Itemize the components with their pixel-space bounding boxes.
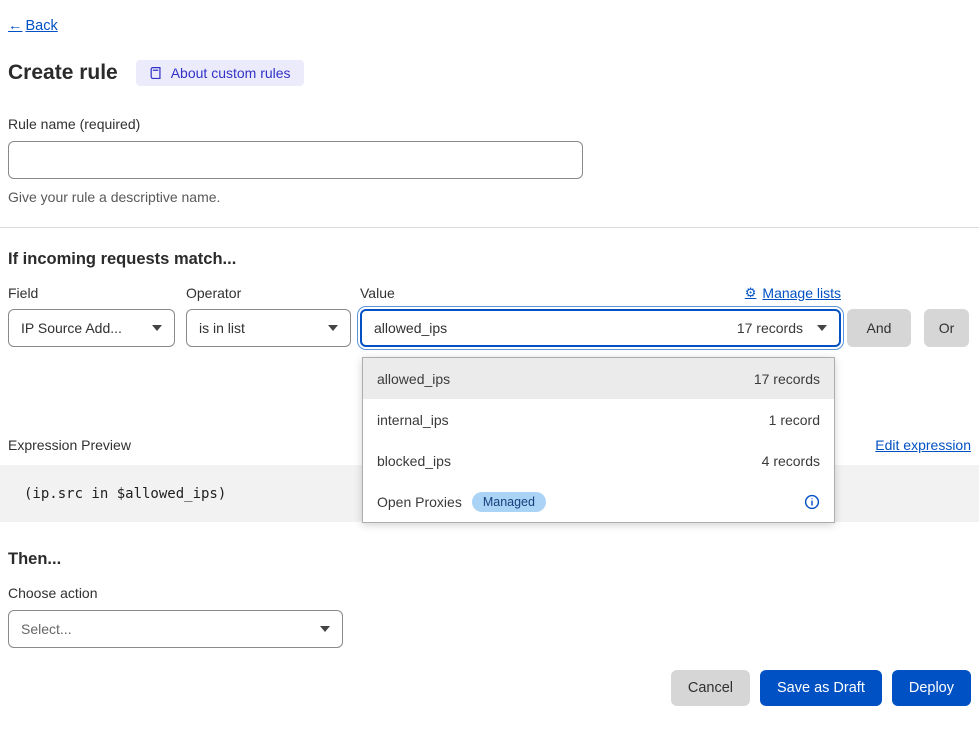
back-link[interactable]: ←Back [8,18,58,34]
cancel-button[interactable]: Cancel [671,670,750,706]
rule-name-label: Rule name (required) [8,116,979,132]
action-select[interactable]: Select... [8,610,343,648]
value-select-value: allowed_ips [374,320,737,336]
rule-name-input[interactable] [8,141,583,179]
expression-code: (ip.src in $allowed_ips) [24,486,226,502]
create-rule-page: ←Back Create rule About custom rules Rul… [0,0,979,739]
operator-column-label: Operator [186,285,360,301]
field-select-value: IP Source Add... [21,320,152,336]
or-button[interactable]: Or [924,309,969,347]
value-column-header: Value ⚙ Manage lists [360,285,841,301]
value-select[interactable]: allowed_ips 17 records [360,309,841,347]
back-arrow-icon: ← [8,18,23,34]
field-column-label: Field [8,285,186,301]
chevron-down-icon [817,325,827,331]
list-option-allowed-ips[interactable]: allowed_ips 17 records [363,358,834,399]
manage-lists-label: Manage lists [762,285,841,301]
edit-expression-link[interactable]: Edit expression [875,437,971,453]
action-select-placeholder: Select... [21,621,320,637]
info-icon[interactable] [804,494,820,510]
title-row: Create rule About custom rules [8,60,979,86]
list-option-left: Open Proxies Managed [377,492,546,512]
chevron-down-icon [328,325,338,331]
match-controls-row: IP Source Add... is in list allowed_ips … [8,309,979,347]
operator-select-value: is in list [199,320,328,336]
rule-name-help: Give your rule a descriptive name. [8,189,979,205]
list-option-meta: 17 records [754,371,820,387]
operator-select[interactable]: is in list [186,309,351,347]
field-select[interactable]: IP Source Add... [8,309,175,347]
about-custom-rules-label: About custom rules [171,65,291,81]
value-select-wrap: allowed_ips 17 records allowed_ips 17 re… [360,309,841,347]
list-option-name: internal_ips [377,412,449,428]
list-option-name: allowed_ips [377,371,450,387]
list-option-blocked-ips[interactable]: blocked_ips 4 records [363,440,834,481]
gear-icon: ⚙ [745,285,757,301]
column-labels-row: Field Operator Value ⚙ Manage lists [8,285,979,301]
chevron-down-icon [152,325,162,331]
list-option-internal-ips[interactable]: internal_ips 1 record [363,399,834,440]
manage-lists-link[interactable]: ⚙ Manage lists [745,285,841,301]
list-option-meta: 4 records [762,453,820,469]
list-option-name: blocked_ips [377,453,451,469]
expression-preview-label: Expression Preview [8,437,131,453]
page-title: Create rule [8,61,118,85]
choose-action-label: Choose action [8,585,979,601]
then-section-title: Then... [8,550,979,569]
and-button[interactable]: And [847,309,911,347]
book-icon [149,66,163,80]
list-option-open-proxies[interactable]: Open Proxies Managed [363,481,834,522]
managed-badge: Managed [472,492,546,512]
value-dropdown-menu: allowed_ips 17 records internal_ips 1 re… [362,357,835,523]
about-custom-rules-chip[interactable]: About custom rules [136,60,304,86]
deploy-button[interactable]: Deploy [892,670,971,706]
value-select-meta: 17 records [737,320,803,336]
back-label: Back [26,18,58,34]
footer-actions: Cancel Save as Draft Deploy [0,670,971,706]
divider [0,227,979,228]
chevron-down-icon [320,626,330,632]
match-section-title: If incoming requests match... [8,250,979,269]
save-as-draft-button[interactable]: Save as Draft [760,670,882,706]
list-option-meta: 1 record [769,412,820,428]
list-option-name: Open Proxies [377,494,462,510]
value-column-label: Value [360,285,395,301]
